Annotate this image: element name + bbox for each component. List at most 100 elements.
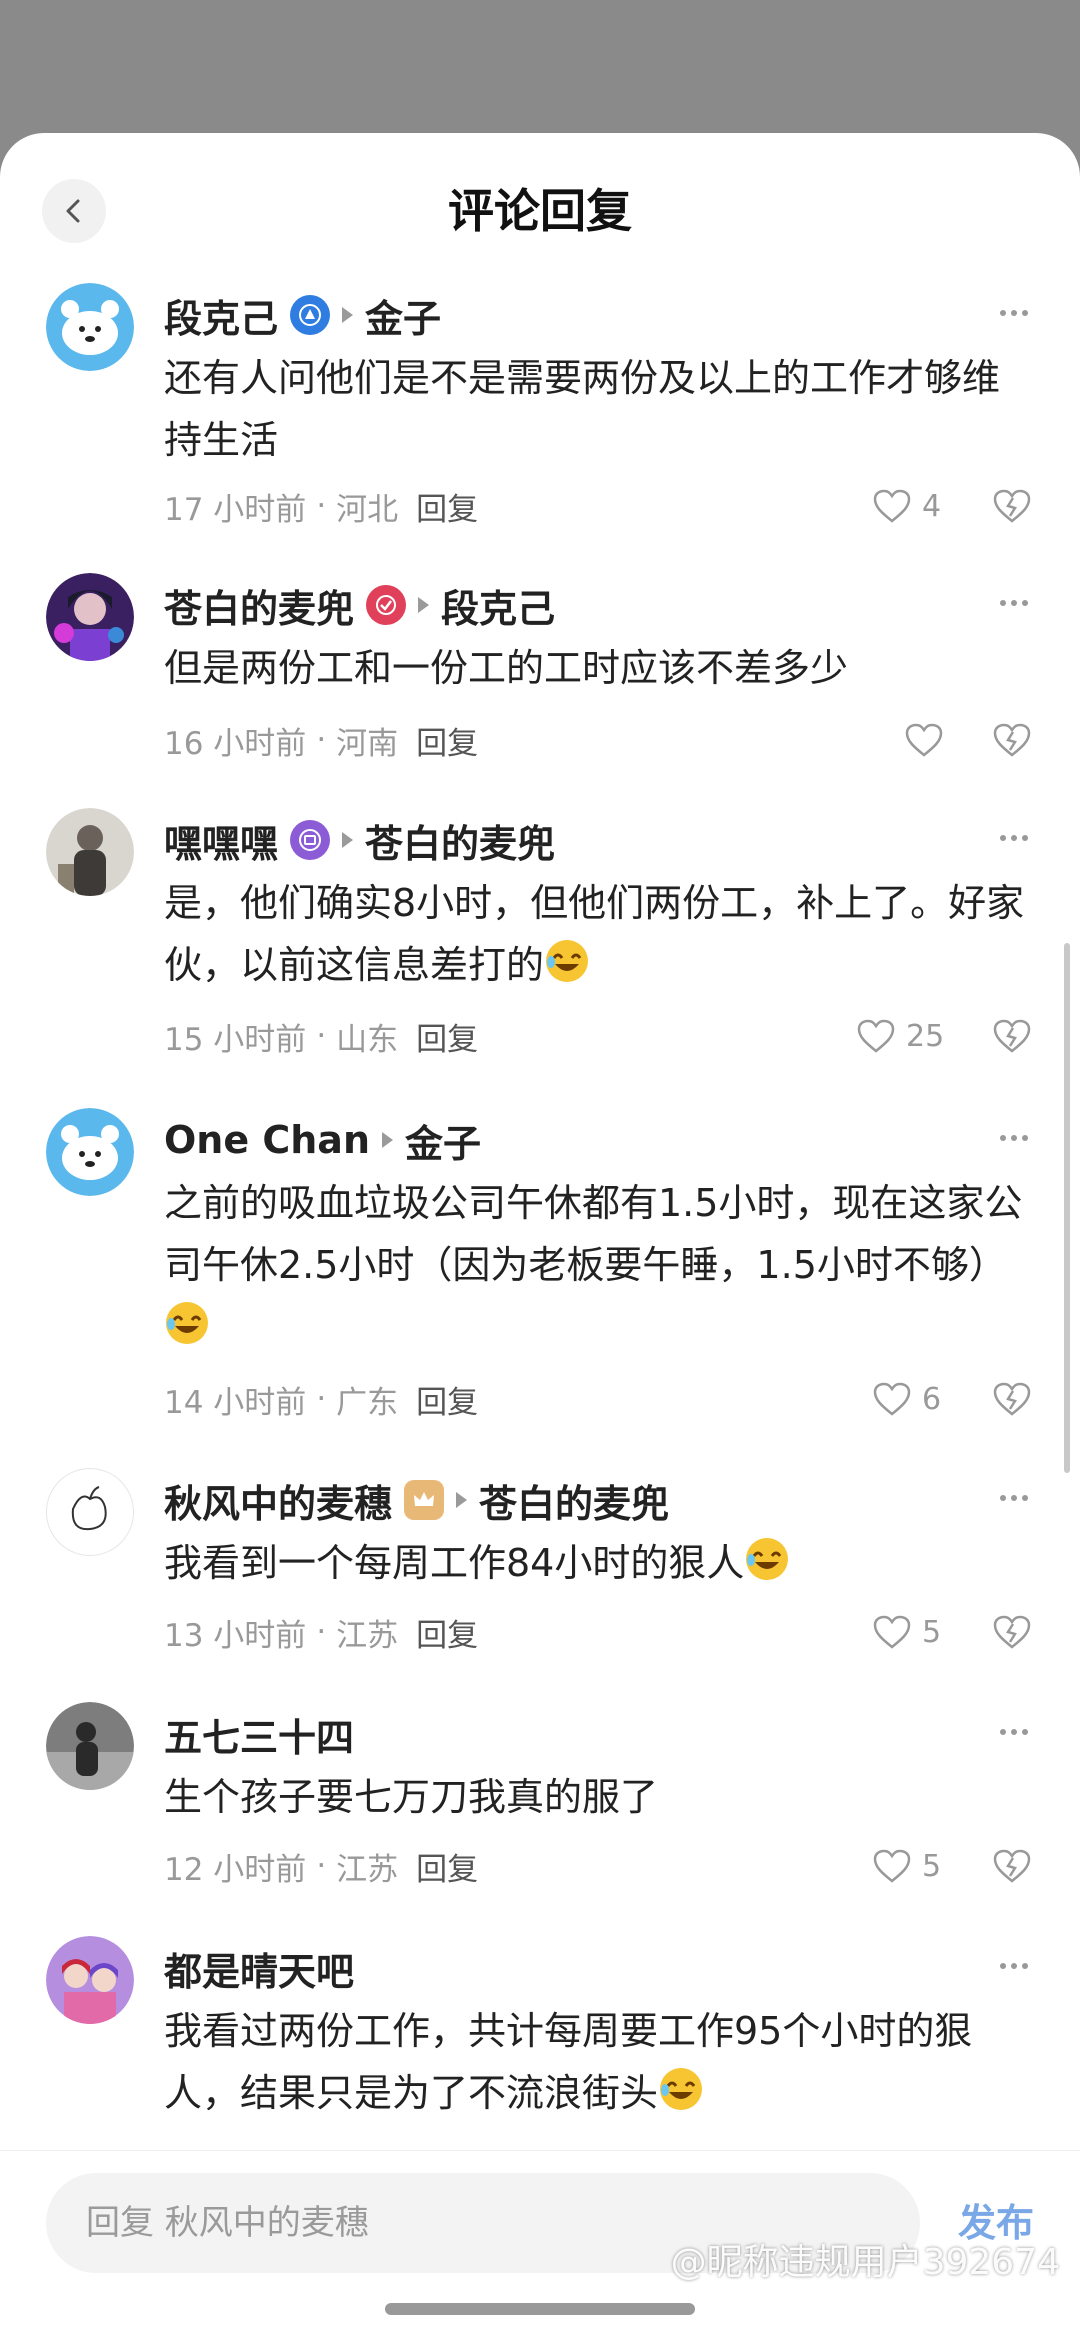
reply-to-name[interactable]: 金子 (405, 1113, 481, 1168)
comment-header: 秋风中的麦穗 苍白的麦兜 (164, 1468, 669, 1532)
author-name[interactable]: 秋风中的麦穗 (164, 1473, 392, 1528)
avatar[interactable] (46, 1936, 134, 2024)
like-button[interactable]: 5 (872, 1604, 941, 1660)
reply-to-name[interactable]: 苍白的麦兜 (365, 813, 555, 868)
author-name[interactable]: 都是晴天吧 (164, 1941, 354, 1996)
home-indicator[interactable] (385, 2303, 695, 2315)
more-options-icon[interactable] (994, 1478, 1034, 1518)
broken-heart-icon (993, 489, 1031, 523)
reply-button[interactable]: 回复 (416, 1377, 478, 1422)
avatar[interactable] (46, 808, 134, 896)
comment-time: 14 小时前 (164, 1384, 307, 1421)
heart-icon (873, 1382, 911, 1416)
avatar[interactable] (46, 1702, 134, 1790)
comment-text-body: 之前的吸血垃圾公司午休都有1.5小时，现在这家公司午休2.5小时（因为老板要午睡… (164, 1181, 1023, 1287)
like-button[interactable] (904, 712, 944, 768)
like-count: 25 (906, 1018, 945, 1054)
red-check-badge-icon (366, 585, 407, 625)
more-options-icon[interactable] (994, 1118, 1034, 1158)
comment-region: 河北 (336, 491, 399, 528)
comment-time: 16 小时前 (164, 725, 307, 762)
comment-meta: 12 小时前 · 江苏 回复 (164, 1838, 478, 1894)
comment-time: 13 小时前 (164, 1617, 307, 1654)
comment-region: 河南 (336, 725, 399, 762)
author-name[interactable]: 苍白的麦兜 (164, 578, 354, 633)
gold-crown-badge-icon (404, 1480, 445, 1520)
watermark: @昵称违规用户392674 (670, 2242, 1060, 2283)
broken-heart-icon (993, 1849, 1031, 1883)
like-count: 5 (922, 1614, 942, 1650)
comment-text-body: 我看到一个每周工作84小时的狠人 (164, 1541, 745, 1585)
dislike-button[interactable] (990, 1008, 1034, 1064)
avatar[interactable] (46, 1468, 134, 1556)
avatar[interactable] (46, 283, 134, 371)
broken-heart-icon (993, 723, 1031, 757)
comment-item: 秋风中的麦穗 苍白的麦兜 我看到一个每周工作84小时的狠人 13 小时前 · 江… (0, 1468, 1080, 1702)
reply-button[interactable]: 回复 (416, 484, 478, 529)
comment-region: 江苏 (336, 1617, 399, 1654)
more-options-icon[interactable] (994, 818, 1034, 858)
reply-arrow-icon (342, 832, 354, 848)
author-name[interactable]: 嘿嘿嘿 (164, 813, 278, 868)
comment-item: One Chan 金子 之前的吸血垃圾公司午休都有1.5小时，现在这家公司午休2… (0, 1108, 1080, 1468)
comment-meta: 16 小时前 · 河南 回复 (164, 712, 478, 768)
header: 评论回复 (0, 133, 1080, 283)
comment-header: 都是晴天吧 (164, 1936, 354, 2000)
comment-text: 之前的吸血垃圾公司午休都有1.5小时，现在这家公司午休2.5小时（因为老板要午睡… (164, 1172, 1034, 1358)
heart-icon (873, 1615, 911, 1649)
author-name[interactable]: One Chan (164, 1118, 370, 1162)
reply-arrow-icon (418, 597, 430, 613)
comment-region: 山东 (336, 1021, 399, 1058)
purple-screen-badge-icon (290, 820, 331, 860)
more-options-icon[interactable] (994, 1712, 1034, 1752)
broken-heart-icon (993, 1019, 1031, 1053)
heart-icon (873, 1849, 911, 1883)
comment-item: 嘿嘿嘿 苍白的麦兜 是，他们确实8小时，但他们两份工，补上了。好家伙，以前这信息… (0, 808, 1080, 1108)
comment-text: 我看过两份工作，共计每周要工作95个小时的狠人，结果只是为了不流浪街头 (164, 2000, 1034, 2124)
comment-region: 江苏 (336, 1851, 399, 1888)
laughing-emoji-icon (746, 1538, 789, 1580)
comment-time: 17 小时前 (164, 491, 307, 528)
comment-meta: 17 小时前 · 河北 回复 (164, 478, 478, 534)
comment-reply-sheet: 评论回复 段克己 金子 还有人问他们是不是需要两份及以上的工作才够维持生活 17… (0, 133, 1080, 2331)
more-options-icon[interactable] (994, 1946, 1034, 1986)
reply-button[interactable]: 回复 (416, 718, 478, 763)
comment-time: 15 小时前 (164, 1021, 307, 1058)
like-count: 5 (922, 1848, 942, 1884)
avatar[interactable] (46, 1108, 134, 1196)
reply-button[interactable]: 回复 (416, 1014, 478, 1059)
comment-text: 生个孩子要七万刀我真的服了 (164, 1775, 659, 1819)
like-button[interactable]: 5 (872, 1838, 941, 1894)
scrollbar[interactable] (1064, 943, 1070, 1473)
comment-item: 都是晴天吧 我看过两份工作，共计每周要工作95个小时的狠人，结果只是为了不流浪街… (0, 1936, 1080, 2156)
page-title: 评论回复 (448, 184, 632, 238)
comment-header: 苍白的麦兜 段克己 (164, 573, 555, 637)
comment-text: 是，他们确实8小时，但他们两份工，补上了。好家伙，以前这信息差打的 (164, 872, 1034, 996)
comment-header: 段克己 金子 (164, 283, 441, 347)
reply-button[interactable]: 回复 (416, 1844, 478, 1889)
reply-button[interactable]: 回复 (416, 1610, 478, 1655)
comment-text-body: 我看过两份工作，共计每周要工作95个小时的狠人，结果只是为了不流浪街头 (164, 2009, 973, 2115)
reply-to-name[interactable]: 金子 (365, 288, 441, 343)
comment-time: 12 小时前 (164, 1851, 307, 1888)
dislike-button[interactable] (990, 478, 1034, 534)
like-button[interactable]: 6 (872, 1371, 941, 1427)
heart-icon (857, 1019, 895, 1053)
like-count: 4 (922, 488, 942, 524)
reply-to-name[interactable]: 段克己 (441, 578, 555, 633)
heart-icon (873, 489, 911, 523)
dislike-button[interactable] (990, 1838, 1034, 1894)
reply-to-name[interactable]: 苍白的麦兜 (479, 1473, 669, 1528)
more-options-icon[interactable] (994, 583, 1034, 623)
more-options-icon[interactable] (994, 293, 1034, 333)
dislike-button[interactable] (990, 1371, 1034, 1427)
avatar[interactable] (46, 573, 134, 661)
like-button[interactable]: 4 (872, 478, 941, 534)
dislike-button[interactable] (990, 1604, 1034, 1660)
author-name[interactable]: 段克己 (164, 288, 278, 343)
author-name[interactable]: 五七三十四 (164, 1707, 354, 1762)
comment-header: 五七三十四 (164, 1702, 354, 1766)
comment-meta: 15 小时前 · 山东 回复 (164, 1008, 478, 1064)
like-button[interactable]: 25 (856, 1008, 944, 1064)
dislike-button[interactable] (990, 712, 1034, 768)
